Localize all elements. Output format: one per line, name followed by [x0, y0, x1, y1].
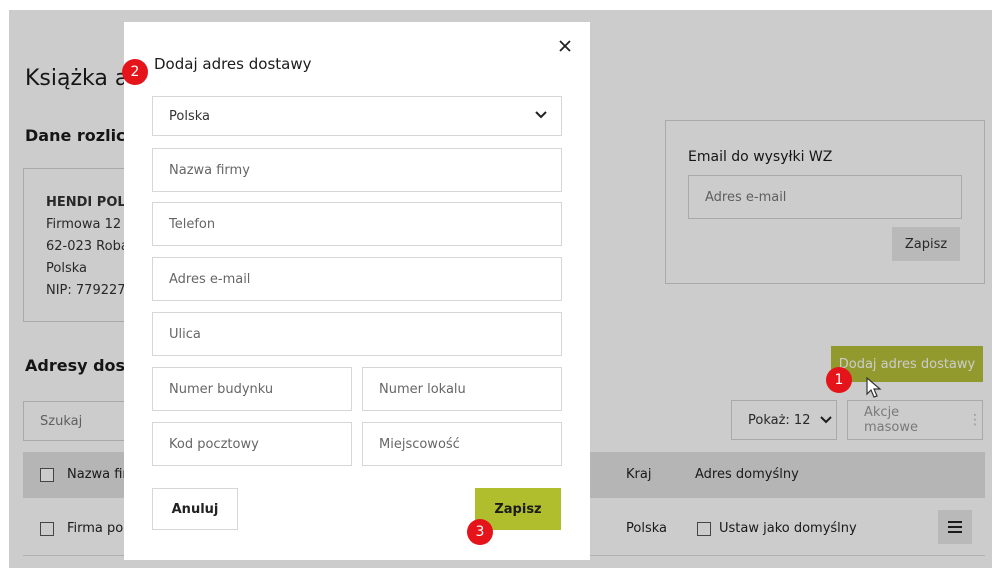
step-badge-2: 2	[122, 59, 148, 85]
modal-title: Dodaj adres dostawy	[154, 55, 312, 73]
postal-code-field[interactable]: Kod pocztowy	[152, 422, 352, 466]
email-field[interactable]: Adres e-mail	[152, 257, 562, 301]
screen: Książka a Dane rozlicze HENDI POLSI Firm…	[0, 0, 992, 568]
phone-field[interactable]: Telefon	[152, 202, 562, 246]
country-select-value: Polska	[169, 108, 210, 124]
unit-number-field[interactable]: Numer lokalu	[362, 367, 562, 411]
mouse-cursor-icon	[866, 377, 882, 398]
step-badge-1: 1	[826, 367, 852, 393]
add-address-modal: Dodaj adres dostawy Polska Nazwa firmy T…	[124, 22, 590, 560]
cancel-button[interactable]: Anuluj	[152, 488, 238, 530]
street-field[interactable]: Ulica	[152, 312, 562, 356]
company-name-field[interactable]: Nazwa firmy	[152, 148, 562, 192]
chevron-down-icon	[535, 111, 547, 119]
country-select[interactable]: Polska	[152, 96, 562, 136]
building-number-field[interactable]: Numer budynku	[152, 367, 352, 411]
city-field[interactable]: Miejscowość	[362, 422, 562, 466]
close-icon[interactable]	[556, 37, 574, 55]
step-badge-3: 3	[467, 519, 493, 545]
